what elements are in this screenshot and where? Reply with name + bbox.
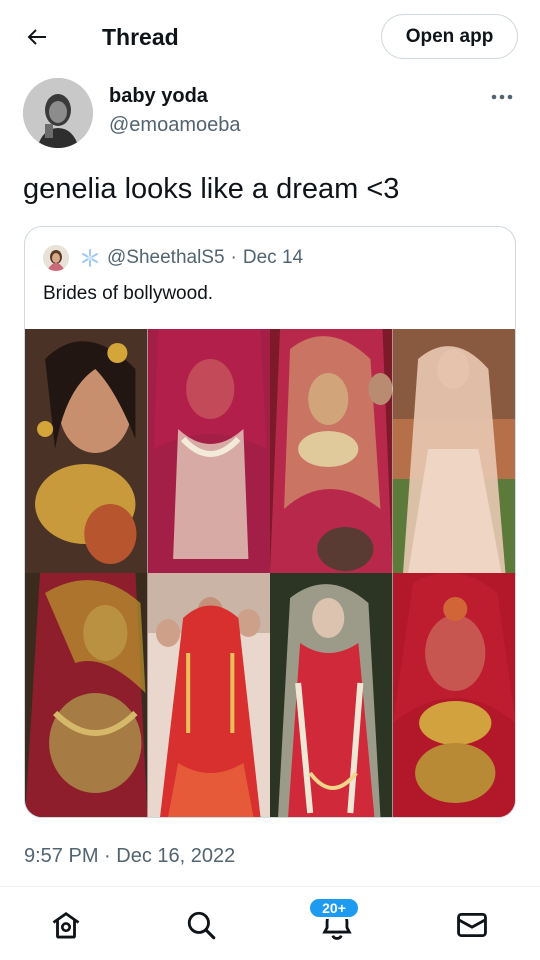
more-icon [491,94,513,100]
bride-photo [270,329,393,573]
avatar[interactable] [23,78,93,148]
bride-photo [25,573,148,817]
tweet-text: genelia looks like a dream <3 [23,173,400,205]
quoted-tweet-text: Brides of bollywood. [43,283,214,304]
messages-icon [457,912,487,938]
page-title: Thread [102,24,179,50]
more-options-button[interactable] [484,86,520,108]
quoted-avatar [43,245,69,271]
bride-photo [147,329,270,573]
back-button[interactable] [22,22,52,52]
snowflake-icon [79,247,101,269]
bottom-navigation [0,886,540,960]
quoted-date: Dec 14 [242,247,304,268]
nav-search[interactable] [181,905,221,945]
bride-photo [270,573,393,817]
quoted-tweet-header: @SheethalS5 · Dec 14 [43,244,303,272]
bride-photo [392,573,515,817]
bride-photo [392,329,515,573]
quoted-handle: @SheethalS5 [107,247,225,268]
open-app-button[interactable]: Open app [381,14,518,59]
nav-home[interactable] [46,905,86,945]
arrow-left-icon [27,29,46,45]
separator: · [230,247,237,268]
search-icon [187,911,216,940]
notification-badge: 20+ [308,897,360,919]
bride-photo [147,573,270,817]
bride-photo [25,329,148,573]
top-bar: Thread Open app [0,0,540,74]
quoted-tweet[interactable]: @SheethalS5 · Dec 14 Brides of bollywood… [24,226,516,818]
author-handle[interactable]: @emoamoeba [109,112,240,138]
image-collage[interactable] [25,329,515,817]
tweet-timestamp: 9:57 PM · Dec 16, 2022 [24,845,236,867]
author-name[interactable]: baby yoda [109,83,208,109]
home-icon [52,911,80,939]
nav-messages[interactable] [452,905,492,945]
